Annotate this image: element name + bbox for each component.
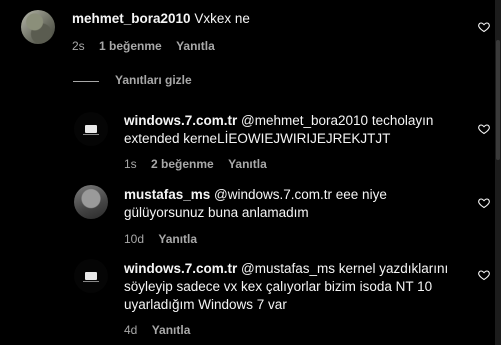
avatar[interactable]	[74, 112, 108, 146]
avatar[interactable]	[74, 185, 108, 219]
reply-username[interactable]: mustafas_ms	[124, 187, 210, 202]
reply-meta: 10d Yanıtla	[124, 232, 208, 246]
comment-body: mehmet_bora2010 Vxkex ne	[72, 10, 462, 28]
divider-line	[73, 81, 99, 82]
heart-icon[interactable]	[478, 269, 490, 281]
comment-time: 2s	[72, 39, 85, 53]
reply-username[interactable]: windows.7.com.tr	[124, 113, 237, 128]
reply-button[interactable]: Yanıtla	[158, 232, 197, 246]
avatar[interactable]	[74, 259, 108, 293]
avatar[interactable]	[21, 10, 55, 44]
reply-body: windows.7.com.tr @mehmet_bora2010 techol…	[124, 112, 464, 148]
comment-username[interactable]: mehmet_bora2010	[72, 11, 191, 26]
reply-body: mustafas_ms @windows.7.com.tr eee niye g…	[124, 186, 424, 222]
reply-body: windows.7.com.tr @mustafas_ms kernel yaz…	[124, 260, 469, 314]
reply-username[interactable]: windows.7.com.tr	[124, 261, 237, 276]
reply-meta: 4d Yanıtla	[124, 323, 201, 337]
scrollbar-thumb[interactable]	[496, 40, 500, 160]
reply-time: 10d	[124, 232, 145, 246]
laptop-icon	[83, 272, 99, 282]
scrollbar-track[interactable]	[495, 0, 501, 345]
reply-button[interactable]: Yanıtla	[228, 157, 267, 171]
hide-replies-label[interactable]: Yanıtları gizle	[115, 73, 192, 87]
laptop-icon	[83, 125, 99, 135]
heart-icon[interactable]	[478, 21, 490, 33]
comment-meta: 2s 1 beğenme Yanıtla	[72, 39, 226, 53]
reply-time: 1s	[124, 157, 137, 171]
reply-time: 4d	[124, 323, 138, 337]
heart-icon[interactable]	[478, 123, 490, 135]
comment-text: Vxkex ne	[190, 11, 250, 26]
reply-button[interactable]: Yanıtla	[152, 323, 191, 337]
heart-icon[interactable]	[478, 197, 490, 209]
reply-meta: 1s 2 beğenme Yanıtla	[124, 157, 278, 171]
reply-button[interactable]: Yanıtla	[176, 39, 215, 53]
reply-likes[interactable]: 2 beğenme	[151, 157, 214, 171]
comment-likes[interactable]: 1 beğenme	[99, 39, 162, 53]
